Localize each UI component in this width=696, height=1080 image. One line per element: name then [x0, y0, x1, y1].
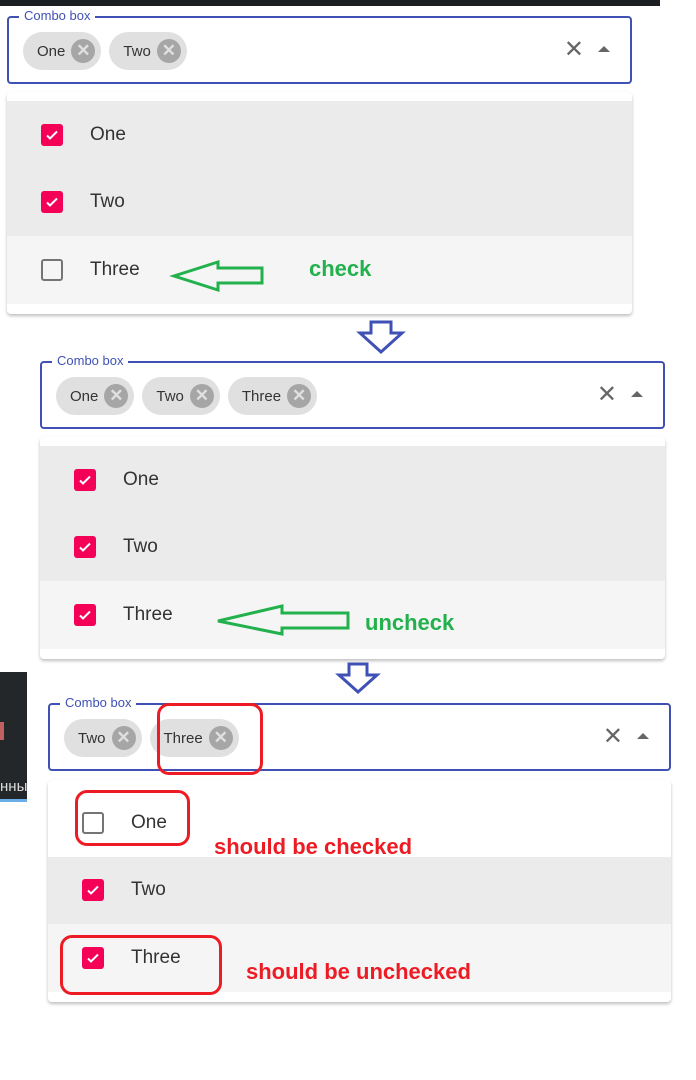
green-arrow-icon [169, 259, 264, 293]
annotation-uncheck: uncheck [365, 610, 455, 635]
annotation-should-be-unchecked: should be unchecked [246, 959, 471, 984]
blue-down-arrow-icon [356, 320, 406, 355]
highlight-box [60, 935, 222, 995]
highlight-box [157, 703, 263, 775]
blue-down-arrow-icon [335, 662, 381, 695]
annotation-should-be-checked: should be checked [214, 834, 413, 859]
highlight-box [75, 790, 190, 846]
annotation-arrows [169, 259, 406, 695]
green-arrow-icon [217, 604, 350, 636]
annotation-check: check [309, 256, 372, 281]
